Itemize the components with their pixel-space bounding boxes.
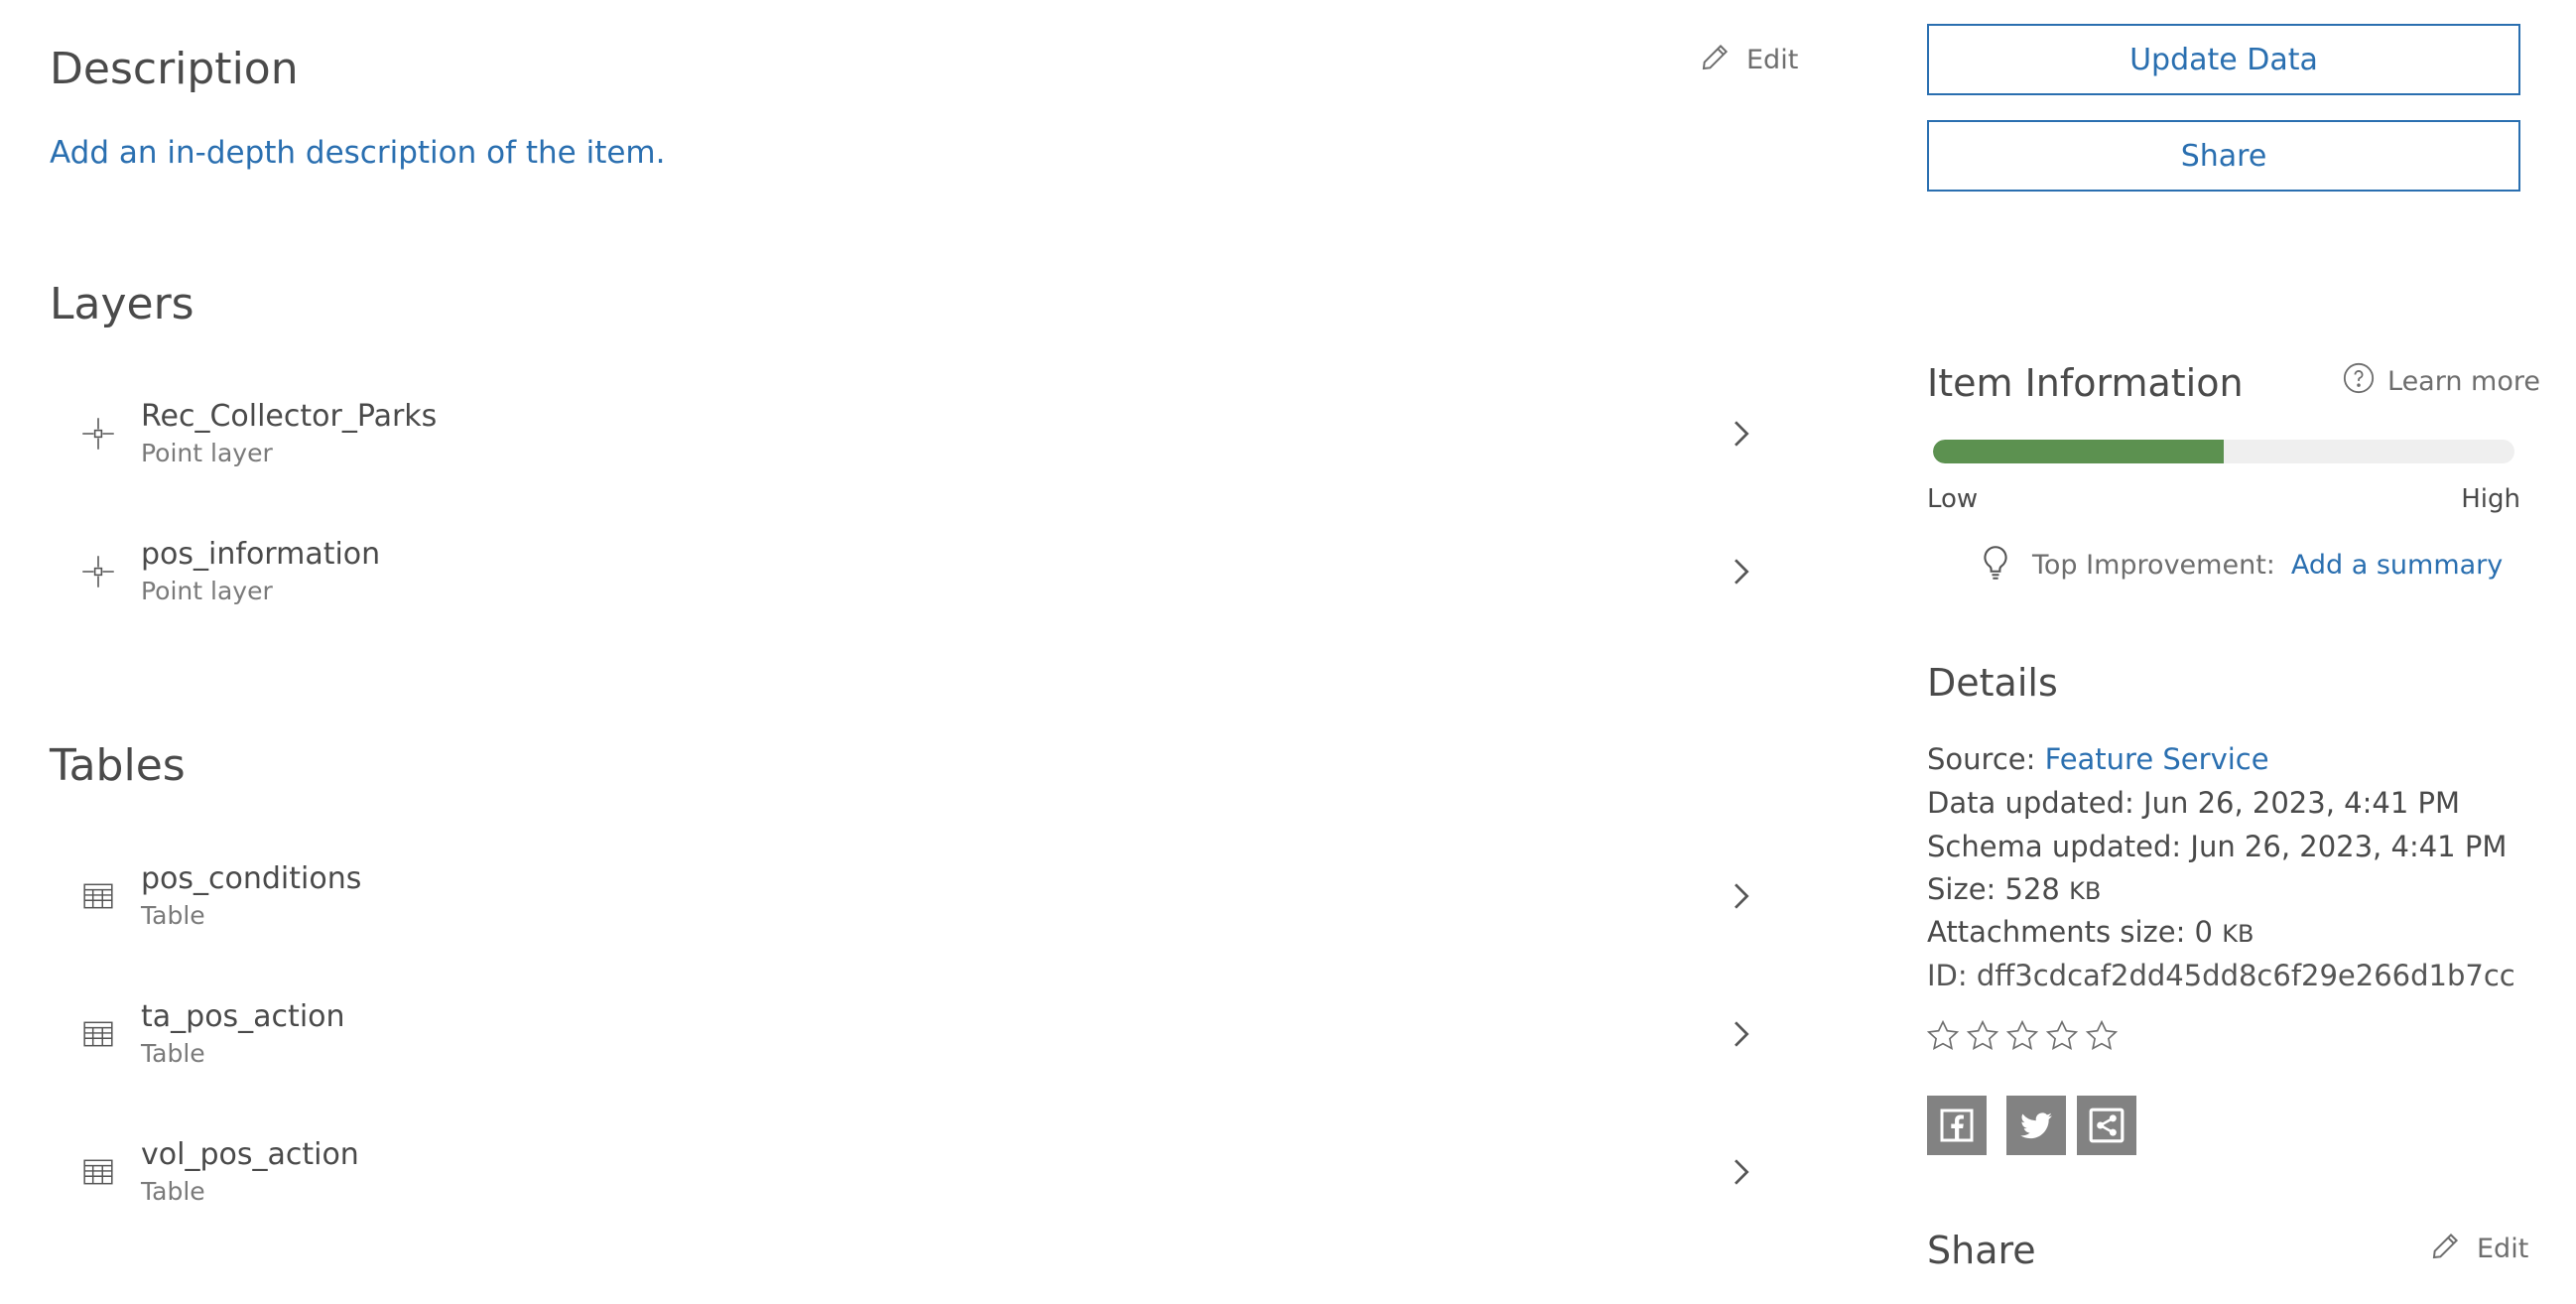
chevron-right-icon (1735, 1021, 1749, 1047)
twitter-icon (2020, 1112, 2052, 1139)
pencil-icon (2429, 1229, 2463, 1269)
layer-title: Rec_Collector_Parks (141, 399, 438, 434)
layer-type: Point layer (141, 577, 273, 605)
facebook-icon (1940, 1108, 1974, 1142)
learn-more-label: Learn more (2387, 366, 2540, 397)
progress-low-label: Low (1927, 484, 1979, 514)
facebook-share-button[interactable] (1927, 1096, 1987, 1155)
layers-heading: Layers (50, 279, 194, 329)
size-unit: KB (2069, 877, 2102, 905)
item-info-progress-track (1933, 440, 2514, 463)
layer-type: Point layer (141, 439, 273, 467)
table-type: Table (141, 901, 205, 930)
table-icon (73, 1147, 123, 1197)
table-icon (73, 871, 123, 921)
table-icon (73, 1009, 123, 1059)
details-heading: Details (1927, 661, 2058, 705)
chevron-right-icon (1735, 559, 1749, 585)
help-circle-icon (2342, 361, 2376, 402)
details-size: Size: 528 KB (1927, 872, 2101, 906)
point-layer-icon (73, 409, 123, 458)
share-edit-button[interactable]: Edit (2429, 1229, 2528, 1269)
star-icon[interactable] (2044, 1018, 2080, 1054)
attachments-unit: KB (2222, 920, 2254, 948)
star-icon[interactable] (1965, 1018, 2000, 1054)
details-source: Source: Feature Service (1927, 742, 2269, 776)
learn-more-link[interactable]: Learn more (2342, 361, 2540, 402)
description-edit-button[interactable]: Edit (1699, 40, 1798, 80)
share-heading: Share (1927, 1229, 2036, 1272)
details-data-updated: Data updated: Jun 26, 2023, 4:41 PM (1927, 786, 2460, 820)
layer-row[interactable]: Rec_Collector_Parks Point layer (50, 379, 1786, 488)
table-type: Table (141, 1039, 205, 1068)
table-type: Table (141, 1177, 205, 1206)
table-row[interactable]: vol_pos_action Table (50, 1117, 1786, 1227)
table-title: pos_conditions (141, 861, 362, 896)
share-icon (2089, 1108, 2125, 1143)
size-value: Size: 528 (1927, 872, 2060, 906)
table-title: ta_pos_action (141, 999, 345, 1034)
star-icon[interactable] (1925, 1018, 1961, 1054)
details-attachments-size: Attachments size: 0 KB (1927, 915, 2254, 949)
share-button[interactable]: Share (1927, 120, 2520, 192)
table-row[interactable]: pos_conditions Table (50, 842, 1786, 951)
details-schema-updated: Schema updated: Jun 26, 2023, 4:41 PM (1927, 830, 2508, 863)
update-data-button[interactable]: Update Data (1927, 24, 2520, 95)
table-title: vol_pos_action (141, 1137, 359, 1172)
top-improvement: Top Improvement: Add a summary (1975, 542, 2503, 587)
layer-title: pos_information (141, 537, 381, 572)
attachments-value: Attachments size: 0 (1927, 915, 2214, 949)
description-heading: Description (50, 44, 299, 94)
point-layer-icon (73, 547, 123, 596)
top-improvement-label: Top Improvement: (2032, 549, 2275, 581)
rating-stars[interactable] (1925, 1018, 2124, 1054)
twitter-share-button[interactable] (2006, 1096, 2066, 1155)
pencil-icon (1699, 40, 1733, 80)
table-row[interactable]: ta_pos_action Table (50, 979, 1786, 1089)
edit-label: Edit (2477, 1234, 2529, 1264)
item-info-progress-fill (1933, 440, 2224, 463)
tables-heading: Tables (50, 740, 186, 791)
progress-high-label: High (2461, 484, 2520, 514)
star-icon[interactable] (2084, 1018, 2120, 1054)
chevron-right-icon (1735, 883, 1749, 909)
add-description-link[interactable]: Add an in-depth description of the item. (50, 135, 665, 171)
details-id: ID: dff3cdcaf2dd45dd8c6f29e266d1b7cc (1927, 959, 2515, 992)
edit-label: Edit (1746, 45, 1799, 75)
source-label: Source: (1927, 742, 2036, 776)
share-link-button[interactable] (2077, 1096, 2136, 1155)
chevron-right-icon (1735, 421, 1749, 447)
star-icon[interactable] (2004, 1018, 2040, 1054)
chevron-right-icon (1735, 1159, 1749, 1185)
layer-row[interactable]: pos_information Point layer (50, 517, 1786, 626)
item-information-heading: Item Information (1927, 361, 2244, 405)
source-link[interactable]: Feature Service (2045, 742, 2269, 776)
lightbulb-icon (1975, 542, 2016, 587)
add-summary-link[interactable]: Add a summary (2291, 550, 2503, 581)
